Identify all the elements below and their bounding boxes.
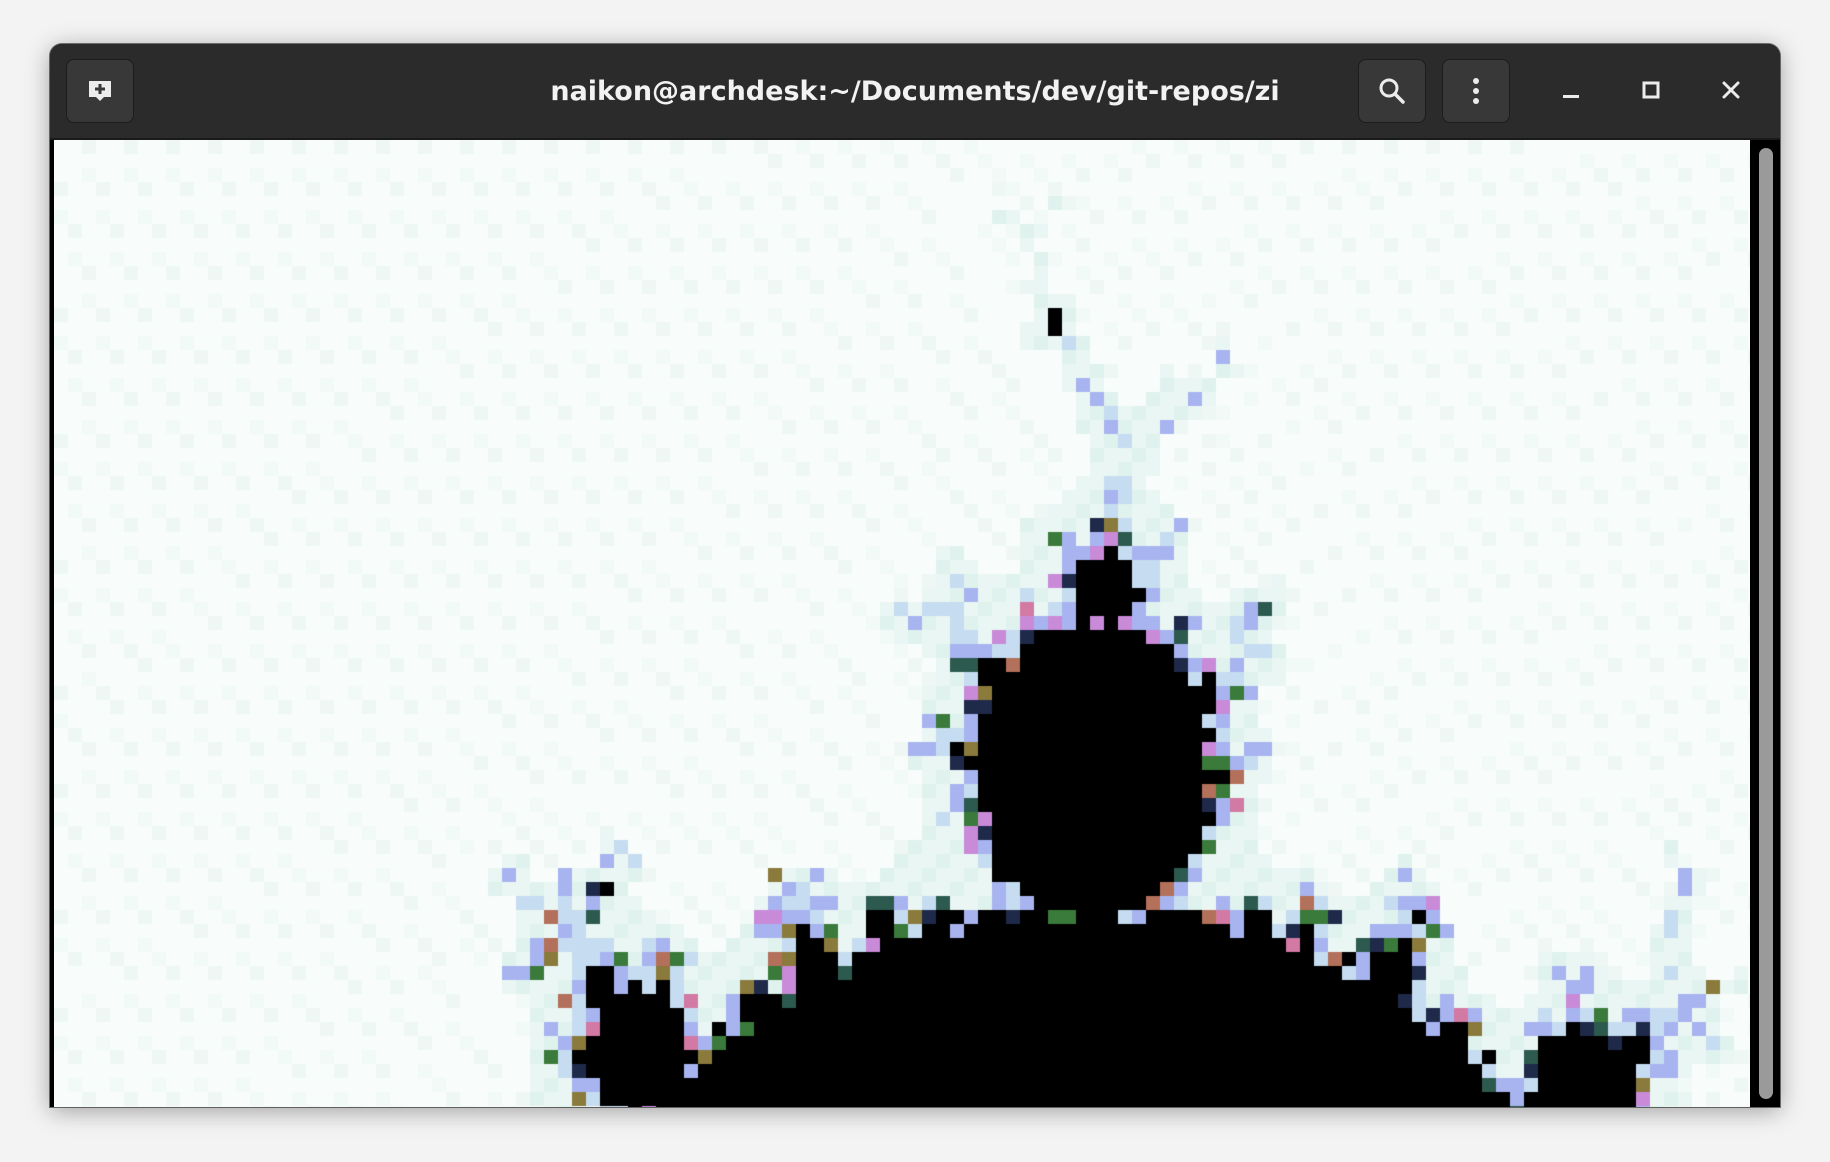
new-tab-icon [85,79,115,103]
maximize-icon [1641,80,1661,104]
close-button[interactable] [1705,66,1757,118]
terminal-content[interactable] [50,140,1780,1107]
menu-button[interactable] [1442,59,1510,123]
minimize-icon [1561,80,1581,104]
search-icon [1377,76,1407,106]
window-title: naikon@archdesk:~/Documents/dev/git-repo… [550,76,1280,107]
mandelbrot-render [54,140,1750,1107]
kebab-menu-icon [1471,76,1481,106]
terminal-window: naikon@archdesk:~/Documents/dev/git-repo… [50,44,1780,1107]
maximize-button[interactable] [1625,66,1677,118]
new-tab-button[interactable] [66,59,134,123]
scrollbar[interactable] [1750,140,1780,1107]
close-icon [1721,80,1741,104]
scrollbar-thumb[interactable] [1759,148,1773,1099]
titlebar[interactable]: naikon@archdesk:~/Documents/dev/git-repo… [50,44,1780,140]
search-button[interactable] [1358,59,1426,123]
minimize-button[interactable] [1545,66,1597,118]
